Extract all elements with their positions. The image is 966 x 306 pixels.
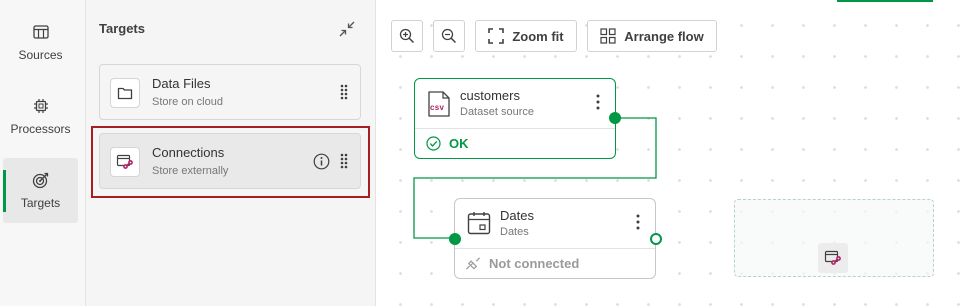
drag-handle-icon[interactable] (340, 83, 348, 101)
node-subtitle: Dataset source (460, 106, 534, 118)
node-status: OK (415, 128, 615, 158)
drop-zone[interactable] (734, 199, 934, 277)
node-customers[interactable]: csv customers Dataset source OK (414, 78, 616, 159)
collapse-panel-button[interactable] (336, 18, 358, 40)
node-title: Dates (500, 208, 534, 223)
rail-item-label: Targets (20, 196, 61, 210)
csv-file-icon: csv (427, 91, 451, 117)
node-header: csv customers Dataset source (415, 79, 615, 129)
chip-icon (32, 97, 50, 115)
node-header: Dates Dates (455, 199, 655, 249)
rail-item-label: Processors (10, 122, 71, 136)
folder-icon (110, 78, 140, 108)
rail-item-processors[interactable]: Processors (3, 84, 78, 149)
node-status: Not connected (455, 248, 655, 278)
node-subtitle: Dates (500, 226, 529, 238)
csv-icon-text: csv (430, 103, 445, 112)
output-port[interactable] (650, 233, 662, 245)
app-root: Sources Processors Targets Targets Data … (0, 0, 966, 306)
target-card-data-files[interactable]: Data Files Store on cloud (99, 64, 361, 120)
input-port[interactable] (449, 233, 461, 245)
check-circle-icon (425, 136, 441, 152)
panel-title: Targets (99, 21, 145, 36)
node-dates[interactable]: Dates Dates Not connected (454, 198, 656, 279)
flow-canvas[interactable]: Zoom fit Arrange flow csv customers Data… (377, 0, 966, 306)
node-title: customers (460, 88, 520, 103)
node-status-text: OK (449, 136, 469, 151)
node-menu-button[interactable] (595, 93, 601, 111)
node-menu-button[interactable] (635, 213, 641, 231)
disconnected-icon (465, 256, 481, 272)
database-icon (32, 23, 50, 41)
kebab-icon (596, 94, 600, 110)
rail-item-sources[interactable]: Sources (3, 10, 78, 75)
selection-highlight (91, 126, 370, 198)
connections-icon (818, 243, 848, 273)
output-port[interactable] (609, 112, 621, 124)
collapse-icon (339, 21, 355, 37)
card-subtitle: Store on cloud (152, 96, 223, 108)
card-title: Data Files (152, 76, 211, 91)
rail-item-label: Sources (18, 48, 63, 62)
rail-item-targets[interactable]: Targets (3, 158, 78, 223)
left-rail: Sources Processors Targets (0, 0, 86, 306)
target-icon (32, 171, 50, 189)
kebab-icon (636, 214, 640, 230)
node-status-text: Not connected (489, 256, 580, 271)
calendar-icon (467, 211, 491, 237)
